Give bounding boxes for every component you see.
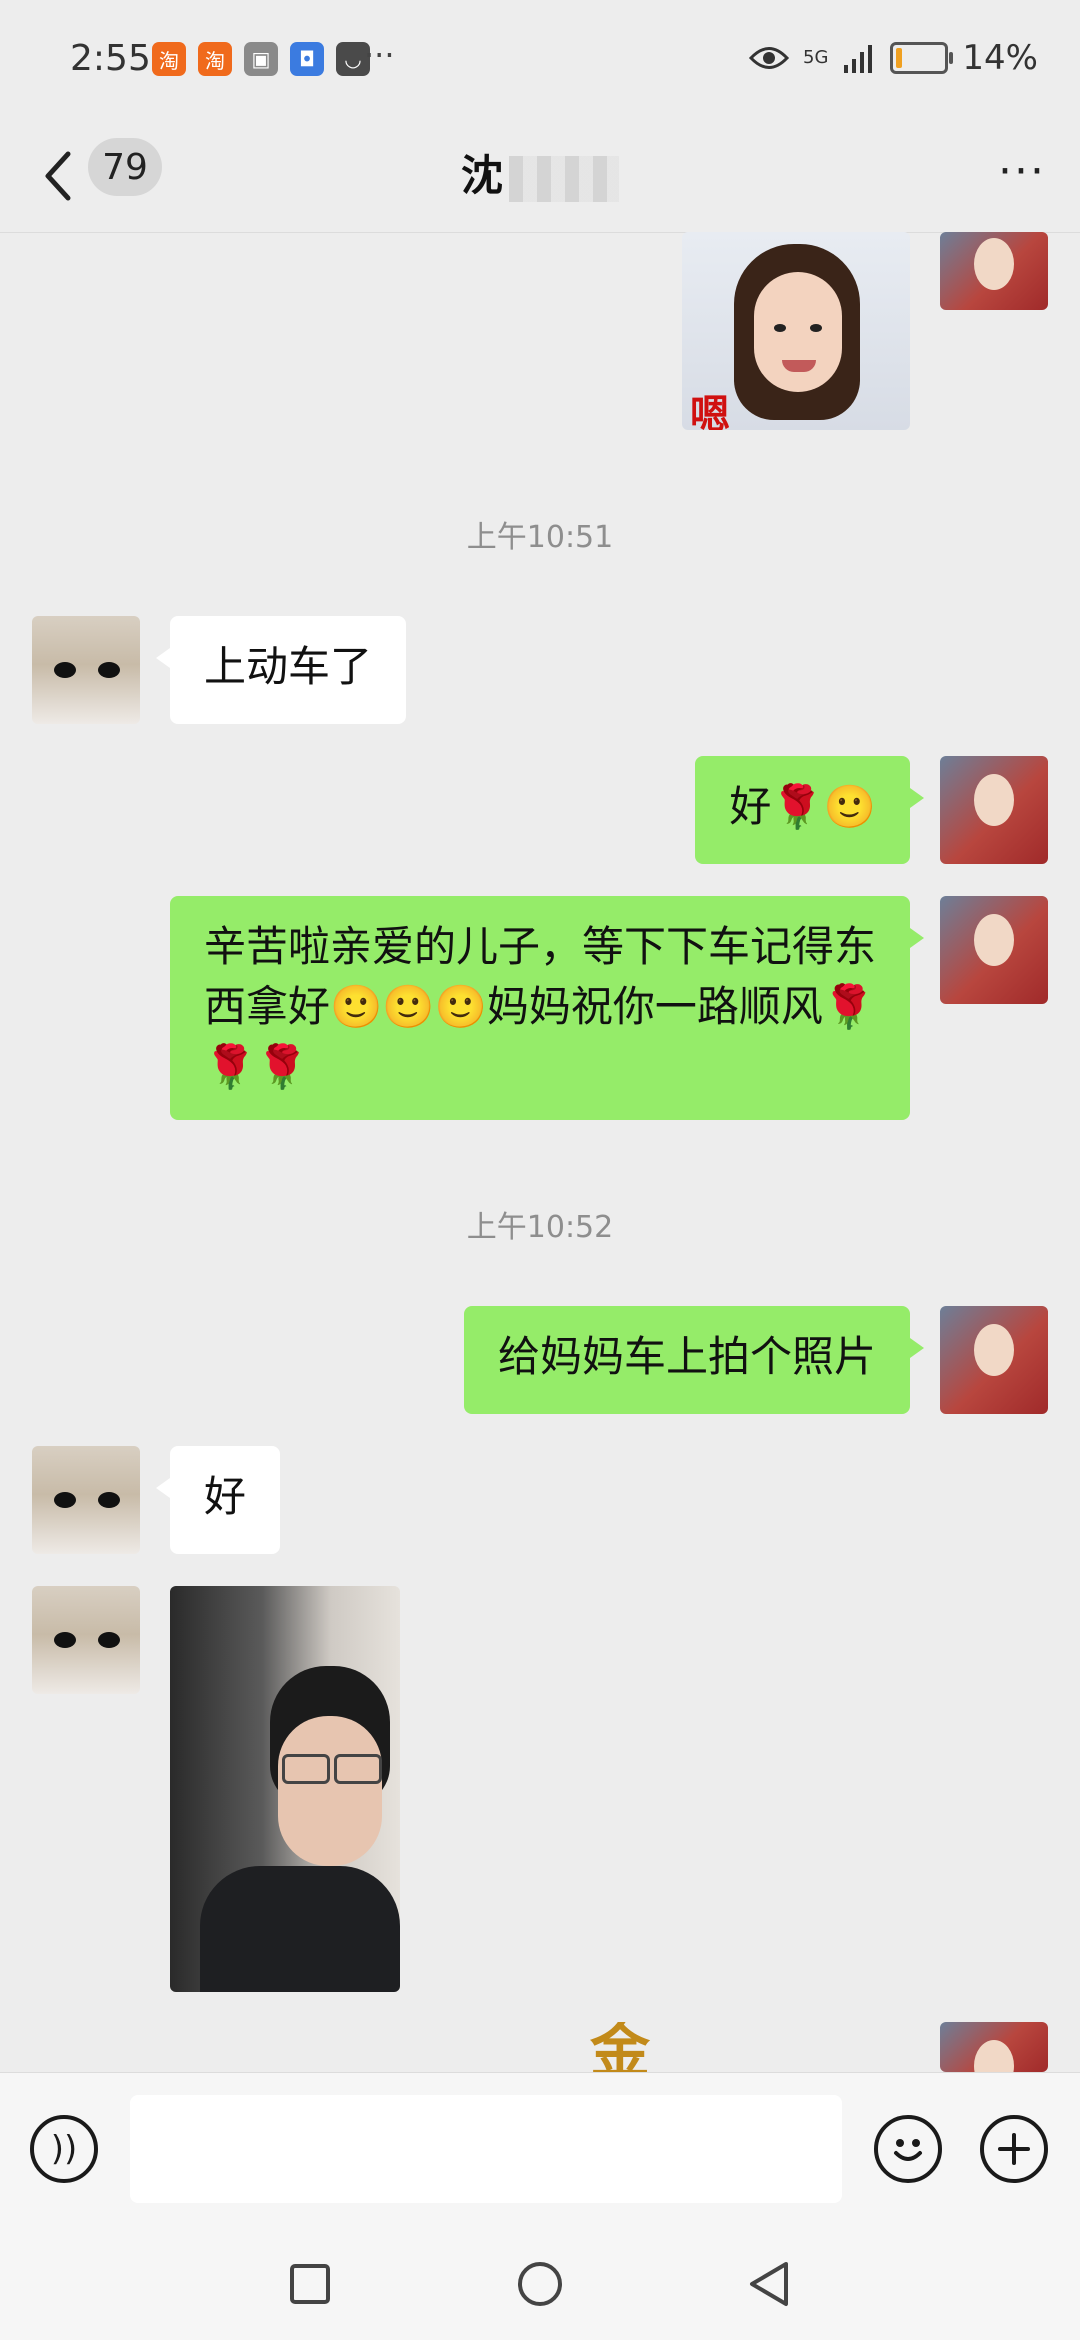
self-avatar[interactable]	[940, 2022, 1048, 2072]
avatar-face	[974, 2040, 1014, 2072]
sticker-image[interactable]: 金	[580, 2022, 850, 2072]
timestamp: 上午10:51	[466, 520, 614, 555]
timestamp: 上午10:52	[466, 1210, 614, 1245]
self-avatar[interactable]	[940, 232, 1048, 310]
plus-glyph-icon	[998, 2133, 1030, 2165]
signal-icon	[844, 45, 873, 73]
avatar-eye	[54, 1632, 76, 1648]
plus-icon[interactable]	[980, 2115, 1048, 2183]
message-bubble-outgoing[interactable]: 辛苦啦亲爱的儿子，等下下车记得东西拿好🙂🙂🙂妈妈祝你一路顺风🌹🌹🌹	[170, 896, 924, 1120]
more-options-icon[interactable]: ···	[998, 146, 1046, 197]
status-bar: 2:55 淘 淘 ▣ ◘ ◡ ··· 5G 14%	[0, 0, 1080, 120]
self-avatar[interactable]	[940, 896, 1048, 1004]
message-input[interactable]	[130, 2095, 842, 2203]
avatar-face	[974, 774, 1014, 826]
more-notifications-icon: ···	[364, 36, 395, 74]
system-nav-bar	[0, 2238, 1080, 2340]
back-icon[interactable]	[746, 2260, 792, 2308]
avatar-eye	[98, 662, 120, 678]
avatar-face	[974, 1324, 1014, 1376]
taobao-icon: 淘	[198, 42, 232, 76]
contact-avatar[interactable]	[32, 1586, 140, 1694]
message-bubble-incoming[interactable]: 上动车了	[155, 616, 407, 724]
message-bubble-incoming[interactable]: 好	[155, 1446, 281, 1554]
avatar-eye	[98, 1492, 120, 1508]
gallery-icon: ▣	[244, 42, 278, 76]
avatar-face	[974, 914, 1014, 966]
sticker-image[interactable]: 嗯	[682, 232, 910, 430]
network-type: 5G	[803, 47, 829, 68]
battery-level	[896, 48, 903, 68]
home-icon[interactable]	[516, 2260, 564, 2308]
contact-name-text: 沈	[460, 151, 503, 200]
avatar-eye	[54, 662, 76, 678]
input-bar: ))	[0, 2072, 1080, 2239]
self-avatar[interactable]	[940, 756, 1048, 864]
security-icon: ◘	[290, 42, 324, 76]
chat-header: 79 沈 ···	[0, 120, 1080, 233]
status-right: 5G 14%	[749, 38, 1038, 78]
status-time: 2:55	[70, 38, 151, 79]
message-bubble-outgoing[interactable]: 给妈妈车上拍个照片	[463, 1306, 925, 1414]
contact-avatar[interactable]	[32, 1446, 140, 1554]
taobao-icon: 淘	[152, 42, 186, 76]
contact-avatar[interactable]	[32, 616, 140, 724]
redacted-name	[509, 155, 619, 202]
eye-icon	[749, 47, 790, 69]
message-bubble-outgoing[interactable]: 好🌹🙂	[695, 756, 924, 864]
sticker-caption: 金	[590, 2022, 650, 2072]
emoji-icon[interactable]	[874, 2115, 942, 2183]
self-avatar[interactable]	[940, 1306, 1048, 1414]
sticker-caption: 嗯	[690, 392, 730, 430]
smiley-icon	[894, 2139, 922, 2161]
battery-percent: 14%	[962, 38, 1038, 78]
avatar-eye	[54, 1492, 76, 1508]
avatar-face	[974, 238, 1014, 290]
voice-icon[interactable]: ))	[30, 2115, 98, 2183]
avatar-eye	[98, 1632, 120, 1648]
contact-name: 沈	[0, 142, 1080, 203]
battery-icon	[890, 42, 954, 74]
notification-icons: 淘 淘 ▣ ◘ ◡	[152, 42, 370, 76]
recent-apps-icon[interactable]	[288, 2262, 332, 2306]
photo-message[interactable]	[170, 1586, 400, 1992]
